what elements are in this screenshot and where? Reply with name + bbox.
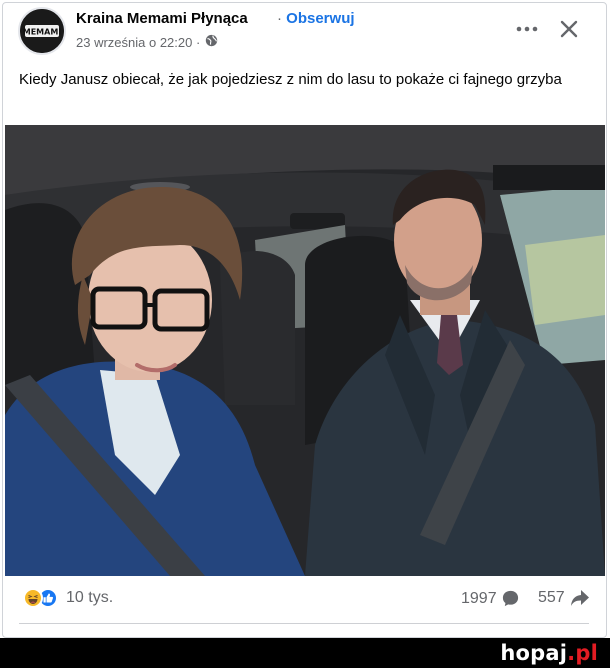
svg-text:MEMAMI: MEMAMI xyxy=(23,28,62,37)
reactions-summary[interactable]: 10 tys. xyxy=(23,588,113,608)
shares-count[interactable]: 557 xyxy=(538,589,590,607)
post-caption: Kiedy Janusz obiecał, że jak pojedziesz … xyxy=(19,71,562,88)
car-selfie-image xyxy=(5,125,605,576)
follow-button[interactable]: Obserwuj xyxy=(286,10,354,27)
post-meta: 23 września o 22:20 · xyxy=(76,34,218,50)
avatar-logo: MEMAMI xyxy=(20,9,64,53)
facebook-post: MEMAMI Kraina Memami Płynąca · Obserwuj … xyxy=(2,2,607,638)
haha-reaction-icon xyxy=(23,588,43,608)
follow-group: · Obserwuj xyxy=(277,10,355,27)
reaction-count: 10 tys. xyxy=(66,589,114,606)
post-timestamp[interactable]: 23 września o 22:20 · xyxy=(76,35,200,50)
share-icon xyxy=(570,590,589,606)
comment-icon xyxy=(502,590,518,607)
globe-icon[interactable] xyxy=(205,34,218,50)
page-avatar[interactable]: MEMAMI xyxy=(18,7,66,55)
post-photo[interactable] xyxy=(5,125,605,576)
comments-count[interactable]: 1997 xyxy=(461,589,520,608)
more-icon[interactable] xyxy=(513,15,541,43)
watermark-logo: hopaj.pl xyxy=(500,641,598,665)
share-count-label: 557 xyxy=(538,589,565,606)
separator-dot: · xyxy=(277,10,282,27)
comment-count-label: 1997 xyxy=(461,589,497,607)
actions-divider xyxy=(19,623,589,624)
watermark-bar: hopaj.pl xyxy=(0,638,610,668)
page-name[interactable]: Kraina Memami Płynąca xyxy=(76,10,248,27)
close-icon[interactable] xyxy=(555,15,583,43)
